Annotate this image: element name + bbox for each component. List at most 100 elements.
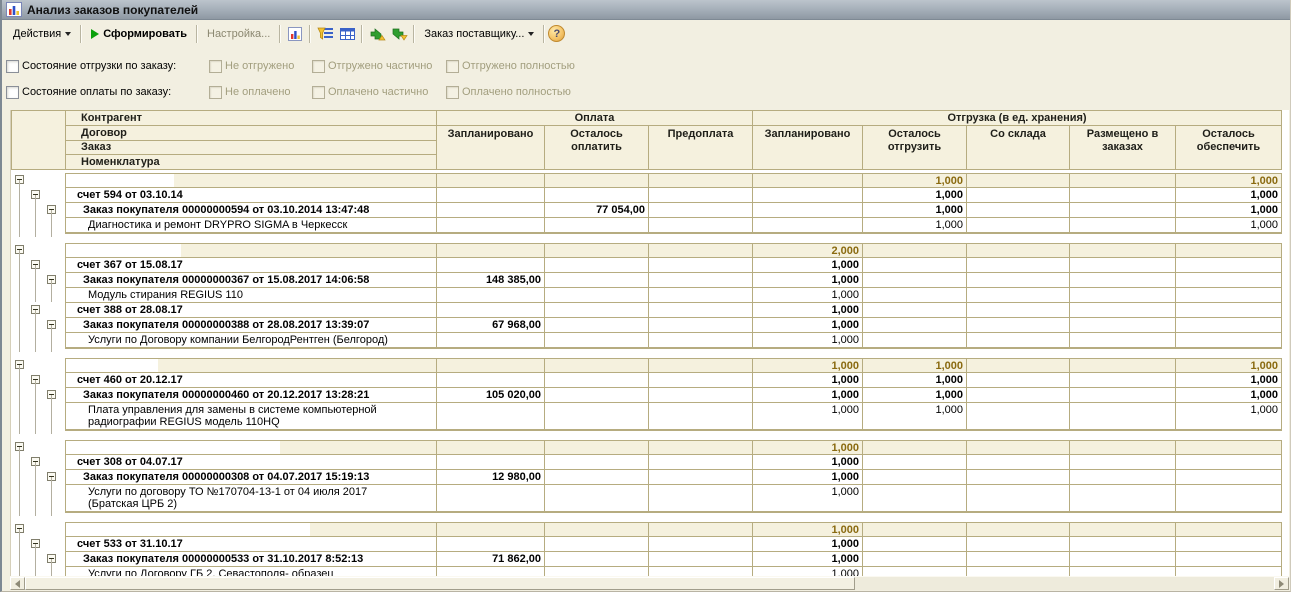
value-cell[interactable]: 1,000	[753, 552, 863, 566]
value-cell[interactable]: 1,000	[753, 273, 863, 287]
value-cell[interactable]: 1,000	[753, 537, 863, 551]
table-settings-icon[interactable]	[336, 23, 358, 44]
value-cell[interactable]	[437, 303, 545, 317]
value-cell[interactable]	[1176, 470, 1281, 484]
value-cell[interactable]	[753, 188, 863, 202]
value-cell[interactable]	[437, 567, 545, 576]
value-cell[interactable]	[1070, 188, 1176, 202]
value-cell[interactable]	[1070, 218, 1176, 232]
report-chart-icon[interactable]	[284, 23, 306, 44]
value-cell[interactable]	[649, 218, 753, 232]
value-cell[interactable]	[545, 441, 649, 454]
value-cell[interactable]: 1,000	[753, 303, 863, 317]
order-row[interactable]: Заказ покупателя 00000000460 от 20.12.20…	[66, 388, 1281, 403]
value-cell[interactable]	[545, 218, 649, 232]
value-cell[interactable]: 1,000	[1176, 359, 1281, 372]
value-cell[interactable]: 1,000	[753, 403, 863, 429]
value-cell[interactable]	[753, 203, 863, 217]
value-cell[interactable]	[1176, 567, 1281, 576]
column-header[interactable]: Размещено в заказах	[1070, 126, 1176, 169]
value-cell[interactable]: 1,000	[753, 485, 863, 511]
value-cell[interactable]	[967, 485, 1070, 511]
row-header-label[interactable]: Контрагент	[66, 111, 436, 126]
value-cell[interactable]: 2,000	[753, 244, 863, 257]
value-cell[interactable]	[967, 523, 1070, 536]
value-cell[interactable]	[967, 303, 1070, 317]
value-cell[interactable]	[863, 523, 967, 536]
value-cell[interactable]	[1176, 537, 1281, 551]
item-row[interactable]: Услуги по Договору компании БелгородРент…	[66, 333, 1281, 348]
row-header-label[interactable]: Заказ	[66, 141, 436, 156]
settings-button[interactable]: Настройка...	[201, 25, 276, 43]
value-cell[interactable]	[967, 288, 1070, 302]
value-cell[interactable]	[649, 537, 753, 551]
value-cell[interactable]	[1070, 244, 1176, 257]
value-cell[interactable]: 148 385,00	[437, 273, 545, 287]
name-cell[interactable]	[66, 441, 437, 454]
value-cell[interactable]	[545, 174, 649, 187]
value-cell[interactable]: 1,000	[863, 359, 967, 372]
actions-button[interactable]: Действия	[7, 25, 77, 43]
item-row[interactable]: Диагностика и ремонт DRYPRO SIGMA в Черк…	[66, 218, 1281, 233]
value-cell[interactable]	[649, 273, 753, 287]
scroll-right-button[interactable]	[1274, 577, 1289, 590]
value-cell[interactable]	[967, 359, 1070, 372]
value-cell[interactable]	[1070, 303, 1176, 317]
value-cell[interactable]: 77 054,00	[545, 203, 649, 217]
name-cell[interactable]: Услуги по договору ТО №170704-13-1 от 04…	[66, 485, 437, 511]
value-cell[interactable]	[545, 485, 649, 511]
shipment-state-checkbox[interactable]	[6, 60, 19, 73]
name-cell[interactable]: Услуги по Договору компании БелгородРент…	[66, 333, 437, 347]
value-cell[interactable]	[1176, 273, 1281, 287]
name-cell[interactable]	[66, 359, 437, 372]
order-row[interactable]: Заказ покупателя 00000000388 от 28.08.20…	[66, 318, 1281, 333]
value-cell[interactable]	[1176, 441, 1281, 454]
name-cell[interactable]: счет 460 от 20.12.17	[66, 373, 437, 387]
value-cell[interactable]	[967, 188, 1070, 202]
value-cell[interactable]	[863, 567, 967, 576]
value-cell[interactable]	[437, 403, 545, 429]
account-row[interactable]: счет 367 от 15.08.171,000	[66, 258, 1281, 273]
name-cell[interactable]: счет 388 от 28.08.17	[66, 303, 437, 317]
value-cell[interactable]	[1176, 244, 1281, 257]
value-cell[interactable]	[1070, 403, 1176, 429]
value-cell[interactable]	[1176, 318, 1281, 332]
name-cell[interactable]: Заказ покупателя 00000000308 от 04.07.20…	[66, 470, 437, 484]
horizontal-scrollbar[interactable]	[10, 576, 1289, 590]
value-cell[interactable]	[863, 455, 967, 469]
value-cell[interactable]	[1070, 470, 1176, 484]
name-cell[interactable]: Заказ покупателя 00000000388 от 28.08.20…	[66, 318, 437, 332]
value-cell[interactable]: 1,000	[1176, 203, 1281, 217]
value-cell[interactable]	[437, 218, 545, 232]
name-cell[interactable]: счет 308 от 04.07.17	[66, 455, 437, 469]
value-cell[interactable]	[437, 174, 545, 187]
value-cell[interactable]: 1,000	[1176, 174, 1281, 187]
value-cell[interactable]	[1070, 567, 1176, 576]
value-cell[interactable]	[545, 373, 649, 387]
account-row[interactable]: счет 533 от 31.10.171,000	[66, 537, 1281, 552]
value-cell[interactable]	[1176, 258, 1281, 272]
value-cell[interactable]: 1,000	[753, 318, 863, 332]
value-cell[interactable]	[545, 273, 649, 287]
value-cell[interactable]	[437, 359, 545, 372]
value-cell[interactable]	[967, 455, 1070, 469]
value-cell[interactable]	[649, 203, 753, 217]
value-cell[interactable]	[1176, 455, 1281, 469]
value-cell[interactable]: 1,000	[863, 188, 967, 202]
value-cell[interactable]	[967, 273, 1070, 287]
value-cell[interactable]: 1,000	[753, 455, 863, 469]
group-summary-row[interactable]: 1,000	[66, 441, 1281, 455]
value-cell[interactable]	[437, 455, 545, 469]
value-cell[interactable]: 1,000	[753, 567, 863, 576]
value-cell[interactable]	[863, 485, 967, 511]
value-cell[interactable]	[437, 203, 545, 217]
column-header[interactable]: Со склада	[967, 126, 1070, 169]
value-cell[interactable]	[437, 288, 545, 302]
value-cell[interactable]	[1070, 388, 1176, 402]
value-cell[interactable]: 1,000	[1176, 403, 1281, 429]
value-cell[interactable]	[437, 373, 545, 387]
value-cell[interactable]: 1,000	[863, 373, 967, 387]
value-cell[interactable]	[863, 333, 967, 347]
value-cell[interactable]	[967, 333, 1070, 347]
value-cell[interactable]: 1,000	[863, 218, 967, 232]
